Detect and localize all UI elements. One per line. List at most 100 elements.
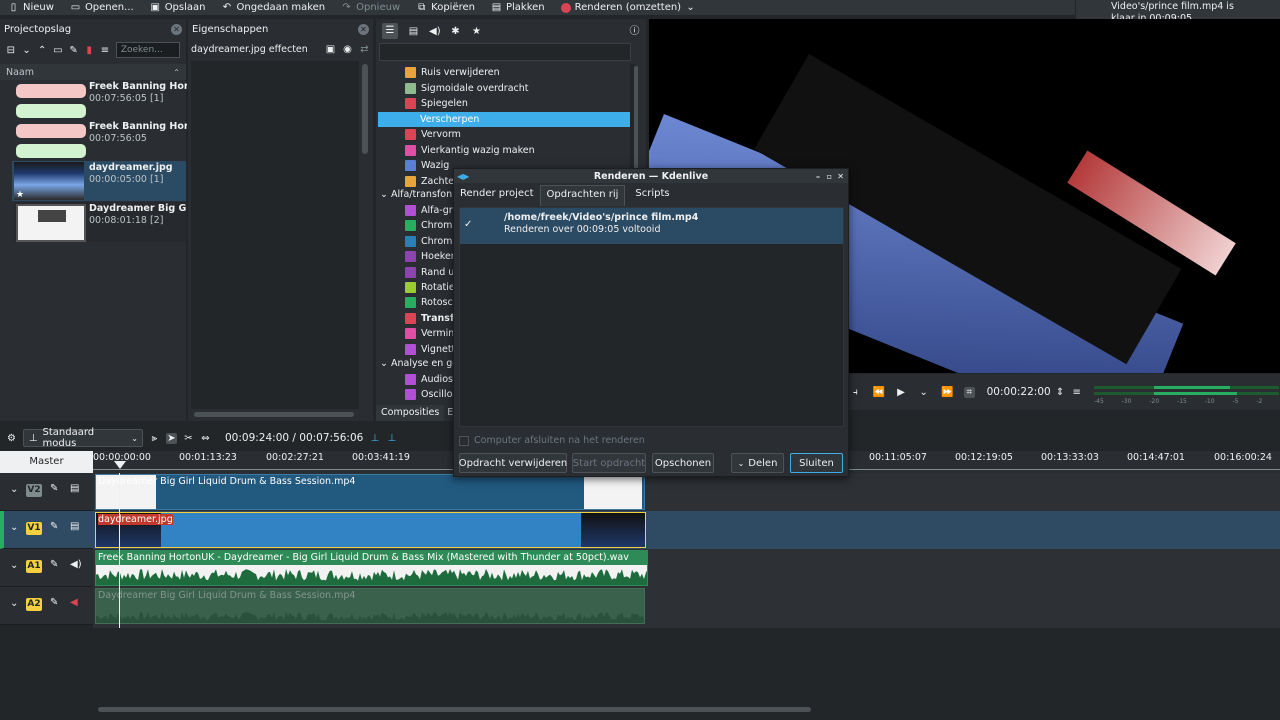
effect-item[interactable]: Oscillos: [405, 387, 457, 402]
spacer-tool-icon[interactable]: ⫸: [149, 433, 160, 444]
timeline-clip-v2[interactable]: Daydreamer Big Girl Liquid Drum & Bass S…: [95, 474, 645, 510]
effect-icon[interactable]: ✎: [50, 521, 58, 532]
effect-icon[interactable]: ✎: [50, 559, 58, 570]
effect-item[interactable]: Sigmoidale overdracht: [405, 81, 529, 96]
maximize-icon[interactable]: ▫: [827, 172, 832, 181]
copy-button[interactable]: ⧉ Kopiëren: [408, 0, 483, 15]
master-button[interactable]: Master: [0, 451, 93, 473]
timeline-clip-a2[interactable]: Daydreamer Big Girl Liquid Drum & Bass S…: [95, 588, 645, 624]
chevron-down-icon[interactable]: ⌄: [918, 387, 929, 398]
redo-button[interactable]: ↷ Opnieuw: [333, 0, 408, 15]
job-list[interactable]: ✓ /home/freek/Video's/prince film.mp4 Re…: [459, 207, 844, 427]
save-button[interactable]: ▣ Opslaan: [142, 0, 214, 15]
column-header-name[interactable]: Naam ⌃: [0, 64, 186, 80]
render-button[interactable]: Renderen (omzetten) ⌄: [553, 0, 704, 15]
menu-icon[interactable]: ≡: [1071, 387, 1082, 398]
effect-item[interactable]: Vermin: [405, 326, 454, 341]
compare-icon[interactable]: ⇄: [359, 44, 370, 55]
collapse-icon[interactable]: ⌄: [10, 484, 18, 495]
favorites-icon[interactable]: ★: [471, 26, 482, 37]
edit-mode-select[interactable]: ⊥ Standaard modus ⌄: [23, 427, 143, 449]
collapse-icon[interactable]: ⌄: [10, 522, 18, 533]
menu-icon[interactable]: ≡: [100, 45, 110, 56]
share-button[interactable]: ⌄ Delen: [731, 453, 784, 473]
film-icon[interactable]: ▤: [70, 483, 79, 494]
start-job-button[interactable]: Start opdracht: [572, 453, 646, 473]
forward-icon[interactable]: ⏩: [941, 387, 953, 398]
tab-compositions[interactable]: Composities: [376, 405, 445, 421]
tab-job-queue[interactable]: Opdrachten rij: [539, 185, 626, 206]
job-item[interactable]: ✓ /home/freek/Video's/prince film.mp4 Re…: [460, 208, 843, 244]
paste-button[interactable]: ▤ Plakken: [483, 0, 553, 15]
rewind-icon[interactable]: ⏪: [873, 387, 885, 398]
eye-icon[interactable]: ◉: [342, 44, 353, 55]
zone-icon[interactable]: ⌗: [963, 386, 975, 398]
effect-item[interactable]: Wazig: [405, 158, 449, 173]
effect-item[interactable]: Transfc: [405, 311, 460, 326]
horizontal-scrollbar[interactable]: [98, 707, 811, 712]
tab-render-project[interactable]: Render project: [454, 185, 540, 206]
collapse-icon[interactable]: ⌄: [10, 560, 18, 571]
close-button[interactable]: Sluiten: [790, 453, 843, 473]
effect-item[interactable]: Rotatie: [405, 280, 455, 295]
list-icon[interactable]: ☰: [382, 23, 398, 39]
effects-search-input[interactable]: [379, 43, 631, 61]
effect-item[interactable]: Ruis verwijderen: [405, 65, 500, 80]
play-icon[interactable]: ▶: [896, 387, 907, 398]
razor-tool-icon[interactable]: ✂: [183, 433, 194, 444]
edit-icon[interactable]: ✎: [69, 45, 79, 56]
delete-icon[interactable]: ▮: [84, 45, 94, 56]
horizontal-scrollbar[interactable]: [194, 412, 354, 417]
track-header-v1[interactable]: ⌄ V1 ✎ ▤: [0, 511, 93, 549]
effect-icon[interactable]: ✎: [50, 483, 58, 494]
playhead-icon[interactable]: [114, 461, 126, 469]
timeline-clip-a1[interactable]: Freek Banning HortonUK - Daydreamer - Bi…: [95, 550, 648, 586]
speaker-icon[interactable]: ◀): [70, 559, 82, 570]
list-item[interactable]: Daydreamer Big Girl 00:08:01:18 [2]: [14, 202, 187, 242]
remove-job-button[interactable]: Opdracht verwijderen: [459, 453, 567, 473]
list-item-selected[interactable]: ★ daydreamer.jpg 00:00:05:00 [1]: [12, 161, 186, 201]
undo-button[interactable]: ↶ Ongedaan maken: [214, 0, 334, 15]
effect-item[interactable]: Zachte: [405, 174, 454, 189]
film-icon[interactable]: ▤: [70, 521, 79, 532]
effect-item[interactable]: Chroma: [405, 234, 458, 249]
overwrite-icon[interactable]: ⊥: [386, 433, 397, 444]
audio-effects-icon[interactable]: ◀): [429, 26, 441, 37]
slip-tool-icon[interactable]: ⇔: [200, 433, 211, 444]
spin-icon[interactable]: ⇕: [1055, 387, 1066, 398]
effect-item[interactable]: Alfa-gra: [405, 203, 459, 218]
add-clip-icon[interactable]: ⊟: [6, 45, 16, 56]
effect-group[interactable]: ⌄ Analyse en ge: [380, 358, 455, 369]
list-item[interactable]: Freek Banning Hortc 00:07:56:05 [1]: [14, 80, 187, 120]
folder-icon[interactable]: ▭: [53, 45, 63, 56]
monitor-timecode[interactable]: 00:00:22:00: [987, 386, 1051, 398]
speaker-muted-icon[interactable]: ◀: [70, 597, 78, 608]
effect-item[interactable]: Vignett: [405, 342, 455, 357]
mark-icon[interactable]: ⫞: [850, 387, 861, 398]
effect-item[interactable]: Audiosp: [405, 372, 459, 387]
open-button[interactable]: ▭ Openen...: [62, 0, 142, 15]
scrollbar[interactable]: [362, 64, 368, 154]
list-item[interactable]: Freek Banning Hortc 00:07:56:05: [14, 120, 187, 160]
chevron-up-icon[interactable]: ⌃: [37, 45, 47, 56]
select-tool-icon[interactable]: ➤: [166, 432, 177, 444]
video-effects-icon[interactable]: ▤: [408, 26, 419, 37]
close-icon[interactable]: ✕: [837, 172, 844, 181]
effect-item[interactable]: Rand ui: [405, 265, 457, 280]
new-button[interactable]: ▯ Nieuw: [0, 0, 62, 15]
effect-item[interactable]: Vierkantig wazig maken: [405, 143, 535, 158]
cleanup-button[interactable]: Opschonen: [652, 453, 714, 473]
timeline-clip-v1[interactable]: daydreamer.jpg: [95, 512, 646, 548]
tab-scripts[interactable]: Scripts: [625, 185, 679, 206]
effect-item[interactable]: Vervorm: [405, 127, 461, 142]
track-header-a1[interactable]: ⌄ A1 ✎ ◀): [0, 549, 93, 587]
chevron-down-icon[interactable]: ⌄: [22, 45, 32, 56]
insert-icon[interactable]: ⊥: [369, 433, 380, 444]
track-header-a2[interactable]: ⌄ A2 ✎ ◀: [0, 587, 93, 625]
track-header-v2[interactable]: ⌄ V2 ✎ ▤: [0, 473, 93, 511]
effect-group[interactable]: ⌄ Alfa/transfon: [380, 189, 455, 200]
effect-item[interactable]: Hoeken: [405, 249, 457, 264]
effect-icon[interactable]: ✎: [50, 597, 58, 608]
shutdown-checkbox[interactable]: Computer afsluiten na het renderen: [459, 435, 645, 446]
effect-item[interactable]: Rotosc: [405, 295, 453, 310]
